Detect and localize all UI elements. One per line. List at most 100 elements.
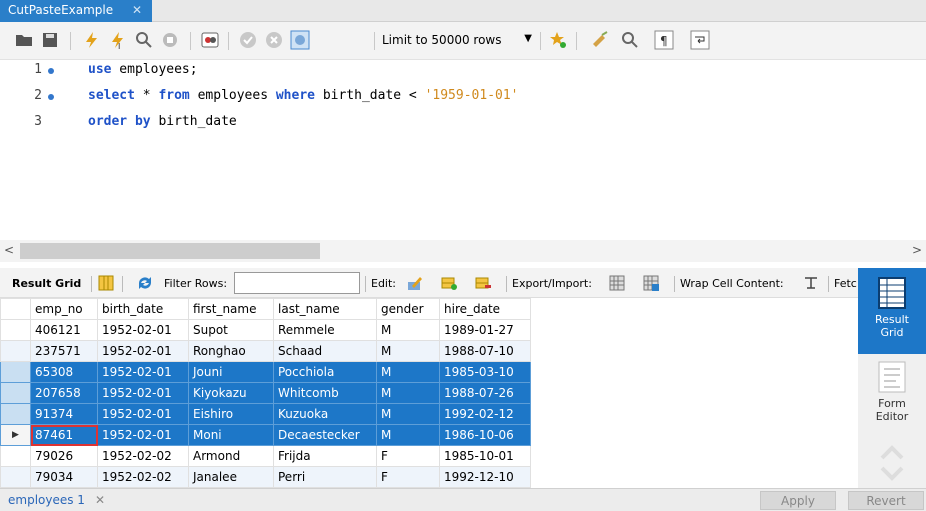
column-header[interactable]: first_name — [188, 298, 274, 320]
insert-row-icon[interactable] — [440, 274, 458, 292]
column-header[interactable]: gender — [376, 298, 440, 320]
table-cell[interactable]: 87461 — [30, 424, 98, 446]
chevron-left-icon[interactable]: < — [4, 243, 14, 257]
toggle-stop-on-error-icon[interactable] — [200, 30, 220, 50]
table-cell[interactable]: 1952-02-01 — [97, 382, 189, 404]
scrollbar-thumb[interactable] — [20, 243, 320, 259]
table-cell[interactable]: M — [376, 403, 440, 425]
wrap-lines-icon[interactable] — [690, 30, 710, 50]
table-cell[interactable]: 1952-02-02 — [97, 466, 189, 488]
table-cell[interactable]: Decaestecker — [273, 424, 377, 446]
table-cell[interactable]: Frijda — [273, 445, 377, 467]
table-cell[interactable]: Jouni — [188, 361, 274, 383]
add-snippet-star-icon[interactable] — [548, 30, 568, 50]
table-cell[interactable]: M — [376, 424, 440, 446]
find-magnifier-icon[interactable] — [620, 30, 640, 50]
table-row[interactable]: 79026 1952-02-02 Armond Frijda F 1985-10-01 — [0, 445, 531, 467]
table-cell[interactable]: Whitcomb — [273, 382, 377, 404]
table-cell[interactable]: Janalee — [188, 466, 274, 488]
revert-button[interactable]: Revert — [848, 491, 924, 510]
column-header[interactable]: birth_date — [97, 298, 189, 320]
row-header[interactable] — [0, 319, 31, 341]
column-header[interactable]: emp_no — [30, 298, 98, 320]
edit-row-pencil-icon[interactable] — [406, 274, 424, 292]
table-cell[interactable]: Armond — [188, 445, 274, 467]
close-icon[interactable]: ✕ — [95, 493, 105, 507]
export-icon[interactable] — [608, 274, 626, 292]
table-cell[interactable]: Kiyokazu — [188, 382, 274, 404]
save-icon[interactable] — [40, 30, 60, 50]
table-row[interactable]: 207658 1952-02-01 Kiyokazu Whitcomb M 1988-07… — [0, 382, 531, 404]
execute-lightning-icon[interactable] — [82, 30, 102, 50]
row-header[interactable] — [0, 361, 31, 383]
stop-icon[interactable] — [160, 30, 180, 50]
table-cell[interactable]: 1989-01-27 — [439, 319, 531, 341]
table-cell[interactable]: 1992-02-12 — [439, 403, 531, 425]
table-cell[interactable]: Supot — [188, 319, 274, 341]
table-cell[interactable]: 79026 — [30, 445, 98, 467]
form-editor-panel-button[interactable]: Form Editor — [858, 360, 926, 430]
table-cell[interactable]: 1988-07-26 — [439, 382, 531, 404]
table-row[interactable]: ▶ 87461 1952-02-01 Moni Decaestecker M 1986-10… — [0, 424, 531, 446]
wrap-text-icon[interactable] — [802, 274, 820, 292]
table-cell[interactable]: 1986-10-06 — [439, 424, 531, 446]
table-cell[interactable]: F — [376, 466, 440, 488]
table-cell[interactable]: 1992-12-10 — [439, 466, 531, 488]
grid-columns-icon[interactable] — [97, 274, 115, 292]
table-cell[interactable]: Remmele — [273, 319, 377, 341]
editor-horizontal-scrollbar[interactable]: < > — [0, 240, 926, 262]
result-tab[interactable]: employees 1 ✕ — [8, 493, 105, 507]
table-cell[interactable]: Schaad — [273, 340, 377, 362]
rollback-cancel-icon[interactable] — [264, 30, 284, 50]
row-header[interactable] — [0, 445, 31, 467]
scroll-up-down-chevrons-icon[interactable] — [878, 442, 906, 482]
table-row[interactable]: 91374 1952-02-01 Eishiro Kuzuoka M 1992-02-12 — [0, 403, 531, 425]
table-cell[interactable]: 1952-02-01 — [97, 403, 189, 425]
current-row-arrow-icon[interactable]: ▶ — [0, 424, 31, 446]
table-cell[interactable]: 207658 — [30, 382, 98, 404]
table-cell[interactable]: M — [376, 319, 440, 341]
result-grid[interactable]: emp_no birth_date first_name last_name g… — [0, 298, 858, 488]
auto-commit-toggle-icon[interactable] — [290, 30, 310, 50]
table-cell[interactable]: 237571 — [30, 340, 98, 362]
table-cell[interactable]: M — [376, 361, 440, 383]
table-cell[interactable]: Kuzuoka — [273, 403, 377, 425]
table-cell[interactable]: 1952-02-02 — [97, 445, 189, 467]
table-row[interactable]: 79034 1952-02-02 Janalee Perri F 1992-12-10 — [0, 466, 531, 488]
delete-row-icon[interactable] — [474, 274, 492, 292]
chevron-right-icon[interactable]: > — [912, 243, 922, 257]
row-header[interactable] — [0, 340, 31, 362]
filter-rows-input[interactable] — [234, 272, 360, 294]
table-cell[interactable]: 1988-07-10 — [439, 340, 531, 362]
table-row[interactable]: 406121 1952-02-01 Supot Remmele M 1989-01-27 — [0, 319, 531, 341]
table-cell[interactable]: 1952-02-01 — [97, 424, 189, 446]
table-cell[interactable]: M — [376, 340, 440, 362]
table-cell[interactable]: M — [376, 382, 440, 404]
open-folder-icon[interactable] — [14, 30, 34, 50]
table-cell[interactable]: Perri — [273, 466, 377, 488]
explain-magnifier-icon[interactable] — [134, 30, 154, 50]
query-tab[interactable]: CutPasteExample ✕ — [0, 0, 152, 22]
table-cell[interactable]: 1952-02-01 — [97, 340, 189, 362]
invisible-chars-pilcrow-icon[interactable]: ¶ — [654, 30, 674, 50]
table-cell[interactable]: 79034 — [30, 466, 98, 488]
table-cell[interactable]: Pocchiola — [273, 361, 377, 383]
apply-button[interactable]: Apply — [760, 491, 836, 510]
table-row[interactable]: 65308 1952-02-01 Jouni Pocchiola M 1985-03-10 — [0, 361, 531, 383]
refresh-icon[interactable] — [136, 274, 154, 292]
sql-editor[interactable]: 1 use employees; 2 select * from employe… — [0, 60, 926, 240]
table-cell[interactable]: F — [376, 445, 440, 467]
row-header[interactable] — [0, 382, 31, 404]
table-cell[interactable]: 1985-10-01 — [439, 445, 531, 467]
limit-rows-select[interactable]: Limit to 50000 rows ▼ — [382, 31, 538, 51]
row-header[interactable] — [0, 466, 31, 488]
column-header[interactable]: last_name — [273, 298, 377, 320]
row-header[interactable] — [0, 403, 31, 425]
close-icon[interactable]: ✕ — [132, 3, 142, 17]
result-grid-panel-button[interactable]: Result Grid — [858, 268, 926, 354]
table-row[interactable]: 237571 1952-02-01 Ronghao Schaad M 1988-07-10 — [0, 340, 531, 362]
beautify-broom-icon[interactable] — [590, 30, 610, 50]
table-cell[interactable]: 1985-03-10 — [439, 361, 531, 383]
execute-current-lightning-icon[interactable]: I — [108, 30, 128, 50]
column-header[interactable]: hire_date — [439, 298, 531, 320]
